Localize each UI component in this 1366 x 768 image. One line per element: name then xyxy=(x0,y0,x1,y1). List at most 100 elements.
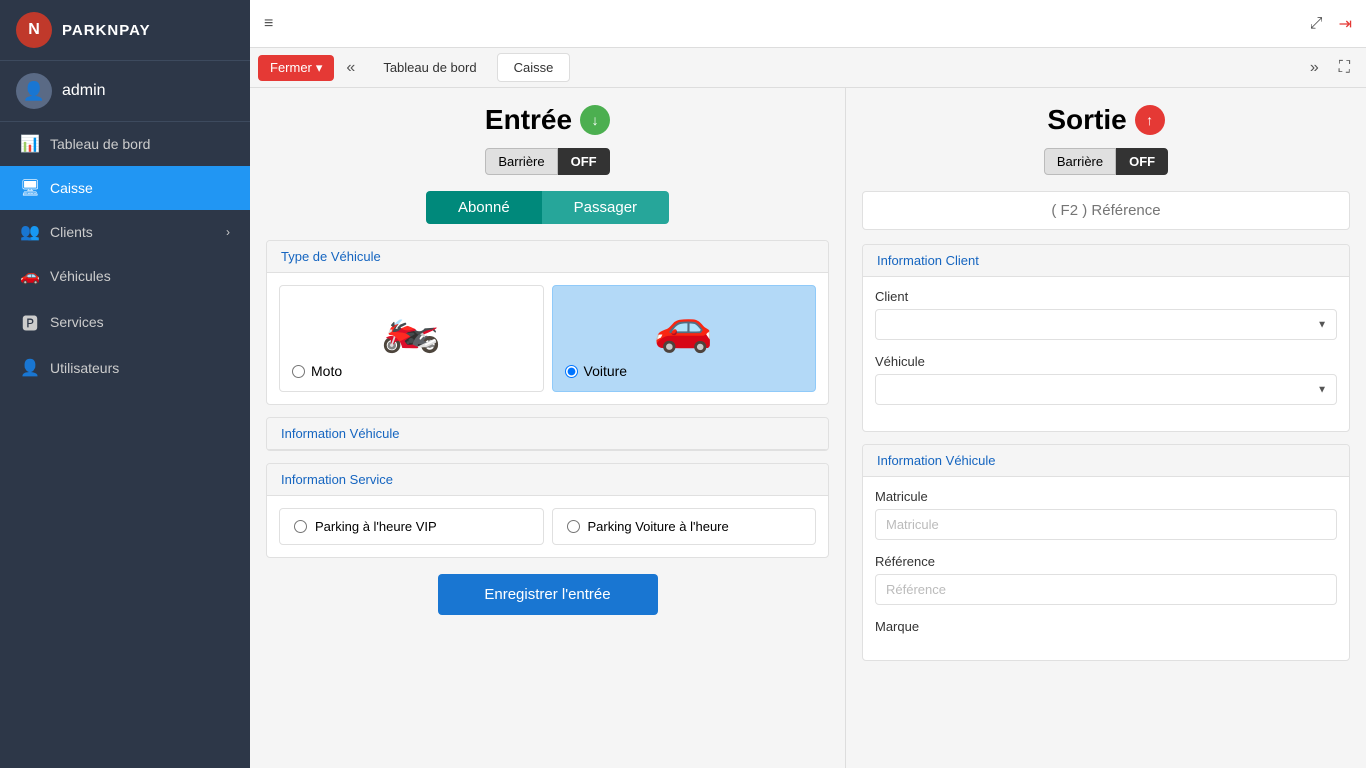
sidebar: N PARKNPAY 👤 admin 📊 Tableau de bord 🖥 C… xyxy=(0,0,250,768)
utilisateurs-icon: 👤 xyxy=(20,358,40,378)
service-voiture-heure-label: Parking Voiture à l'heure xyxy=(588,519,729,534)
client-label: Client xyxy=(875,289,1337,304)
sidebar-item-label: Clients xyxy=(50,224,93,240)
vehicules-icon: 🚗 xyxy=(20,266,40,286)
info-client-card: Information Client Client Véhicule xyxy=(862,244,1350,432)
info-service-card: Information Service Parking à l'heure VI… xyxy=(266,463,829,558)
entree-title: Entrée xyxy=(485,104,572,136)
sidebar-item-label: Tableau de bord xyxy=(50,136,150,152)
entree-header: Entrée ↓ xyxy=(266,104,829,136)
service-voiture-heure[interactable]: Parking Voiture à l'heure xyxy=(552,508,817,545)
tab-caisse[interactable]: Caisse xyxy=(497,53,571,82)
sidebar-header: N PARKNPAY xyxy=(0,0,250,61)
service-vip-label: Parking à l'heure VIP xyxy=(315,519,437,534)
sidebar-item-caisse[interactable]: 🖥 Caisse xyxy=(0,166,250,210)
reference-input[interactable] xyxy=(875,574,1337,605)
sidebar-nav: 📊 Tableau de bord 🖥 Caisse 👥 Clients › 🚗… xyxy=(0,122,250,768)
sidebar-item-tableau[interactable]: 📊 Tableau de bord xyxy=(0,122,250,166)
abonne-passager-toggle: Abonné Passager xyxy=(266,191,829,224)
topbar: ≡ ⤢ ⇥ xyxy=(250,0,1366,48)
fermer-button[interactable]: Fermer ▾ xyxy=(258,55,334,81)
info-client-body: Client Véhicule xyxy=(863,277,1349,431)
entree-arrow-icon: ↓ xyxy=(580,105,610,135)
tab-prev-button[interactable]: « xyxy=(338,55,363,81)
sidebar-item-label: Services xyxy=(50,314,104,330)
reference-label: Référence xyxy=(875,554,1337,569)
avatar: 👤 xyxy=(16,73,52,109)
sidebar-item-utilisateurs[interactable]: 👤 Utilisateurs xyxy=(0,346,250,390)
abonne-button[interactable]: Abonné xyxy=(426,191,542,224)
clients-icon: 👥 xyxy=(20,222,40,242)
moto-radio[interactable] xyxy=(292,365,305,378)
moto-label: Moto xyxy=(311,363,342,379)
vehicle-type-card: Type de Véhicule 🏍️ Moto 🚗 xyxy=(266,240,829,405)
app-logo: N xyxy=(16,12,52,48)
info-vehicule-header: Information Véhicule xyxy=(267,418,828,450)
chevron-down-icon: ▾ xyxy=(316,60,323,76)
matricule-label: Matricule xyxy=(875,489,1337,504)
vehicule-select[interactable] xyxy=(875,374,1337,405)
vehicle-type-header: Type de Véhicule xyxy=(267,241,828,273)
sidebar-item-services[interactable]: 🅿 Services xyxy=(0,298,250,346)
voiture-radio[interactable] xyxy=(565,365,578,378)
service-vip-radio[interactable] xyxy=(294,520,307,533)
content-area: Entrée ↓ Barrière OFF Abonné Passager Ty… xyxy=(250,88,1366,768)
marque-label: Marque xyxy=(875,619,1337,634)
sidebar-item-vehicules[interactable]: 🚗 Véhicules xyxy=(0,254,250,298)
moto-emoji: 🏍️ xyxy=(292,298,531,355)
services-grid: Parking à l'heure VIP Parking Voiture à … xyxy=(279,508,816,545)
services-icon: 🅿 xyxy=(20,310,40,334)
sortie-info-vehicule-header: Information Véhicule xyxy=(863,445,1349,477)
sortie-panel: Sortie ↑ Barrière OFF Information Client… xyxy=(846,88,1366,768)
collapse-icon[interactable]: ⤢ xyxy=(1304,9,1329,39)
voiture-emoji: 🚗 xyxy=(565,298,804,355)
expand-icon[interactable]: ⛶ xyxy=(1331,55,1358,81)
sidebar-item-label: Caisse xyxy=(50,180,93,196)
menu-toggle-button[interactable]: ≡ xyxy=(258,9,279,39)
tabbar: Fermer ▾ « Tableau de bord Caisse » ⛶ xyxy=(250,48,1366,88)
service-vip[interactable]: Parking à l'heure VIP xyxy=(279,508,544,545)
tabbar-end-actions: » ⛶ xyxy=(1302,55,1358,81)
vehicule-select-wrapper xyxy=(875,374,1337,405)
tableau-icon: 📊 xyxy=(20,134,40,154)
vehicule-label: Véhicule xyxy=(875,354,1337,369)
client-select[interactable] xyxy=(875,309,1337,340)
entree-barriere-label: Barrière xyxy=(485,148,557,175)
entree-panel: Entrée ↓ Barrière OFF Abonné Passager Ty… xyxy=(250,88,846,768)
vehicule-form-group: Véhicule xyxy=(875,354,1337,405)
info-vehicule-card: Information Véhicule xyxy=(266,417,829,451)
sortie-title: Sortie xyxy=(1047,104,1126,136)
sortie-barriere-label: Barrière xyxy=(1044,148,1116,175)
chevron-right-icon: › xyxy=(226,225,230,239)
voiture-radio-row: Voiture xyxy=(565,363,804,379)
voiture-label: Voiture xyxy=(584,363,628,379)
matricule-input[interactable] xyxy=(875,509,1337,540)
client-select-wrapper xyxy=(875,309,1337,340)
sidebar-item-clients[interactable]: 👥 Clients › xyxy=(0,210,250,254)
main-area: ≡ ⤢ ⇥ Fermer ▾ « Tableau de bord Caisse … xyxy=(250,0,1366,768)
vehicle-option-moto[interactable]: 🏍️ Moto xyxy=(279,285,544,392)
vehicle-option-voiture[interactable]: 🚗 Voiture xyxy=(552,285,817,392)
caisse-icon: 🖥 xyxy=(20,178,40,198)
f2-reference-input[interactable] xyxy=(862,191,1350,230)
logout-button[interactable]: ⇥ xyxy=(1333,8,1358,40)
reference-form-group: Référence xyxy=(875,554,1337,605)
info-service-header: Information Service xyxy=(267,464,828,496)
enregistrer-entree-button[interactable]: Enregistrer l'entrée xyxy=(438,574,658,615)
moto-radio-row: Moto xyxy=(292,363,531,379)
passager-button[interactable]: Passager xyxy=(542,191,669,224)
tab-tableau[interactable]: Tableau de bord xyxy=(367,54,492,81)
entree-barriere: Barrière OFF xyxy=(266,148,829,175)
marque-form-group: Marque xyxy=(875,619,1337,634)
sortie-info-vehicule-body: Matricule Référence Marque xyxy=(863,477,1349,660)
sortie-info-vehicule-card: Information Véhicule Matricule Référence… xyxy=(862,444,1350,661)
info-service-body: Parking à l'heure VIP Parking Voiture à … xyxy=(267,496,828,557)
username: admin xyxy=(62,82,106,100)
service-voiture-heure-radio[interactable] xyxy=(567,520,580,533)
tab-next-button[interactable]: » xyxy=(1302,55,1327,81)
sidebar-item-label: Utilisateurs xyxy=(50,360,119,376)
sortie-barriere-state: OFF xyxy=(1116,148,1168,175)
topbar-actions: ⤢ ⇥ xyxy=(1304,8,1358,40)
app-title: PARKNPAY xyxy=(62,22,151,39)
matricule-form-group: Matricule xyxy=(875,489,1337,540)
